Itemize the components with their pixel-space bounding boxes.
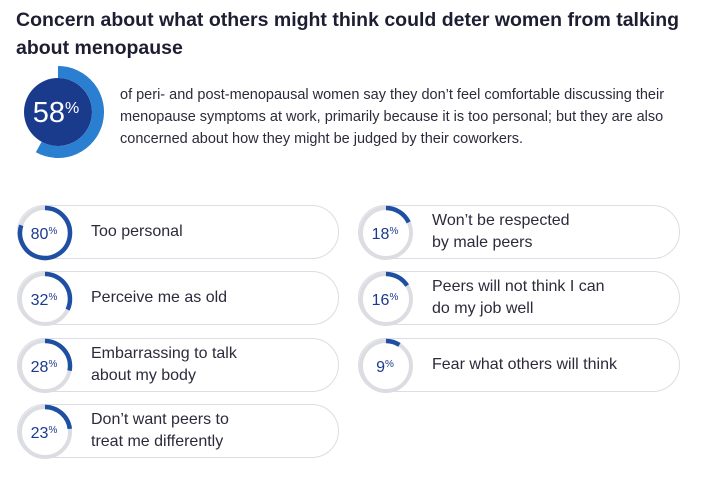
reason-label: Peers will not think I can do my job wel… xyxy=(432,278,605,317)
percent-ring: 28% xyxy=(18,338,73,393)
reason-pill: 32% Perceive me as old xyxy=(17,271,339,326)
percent-ring: 32% xyxy=(18,271,73,326)
percent-ring: 9% xyxy=(359,338,413,393)
reason-label: Won’t be respected by male peers xyxy=(432,212,570,251)
reason-label: Fear what others will think xyxy=(432,356,617,373)
percent-ring: 23% xyxy=(18,404,73,459)
hero-donut: 58% xyxy=(24,66,104,158)
chart-title: Concern about what others might think co… xyxy=(16,9,680,59)
reason-label: Too personal xyxy=(91,223,183,240)
reason-label: Perceive me as old xyxy=(91,289,228,306)
percent-ring: 80% xyxy=(17,205,73,261)
percent-ring: 16% xyxy=(359,271,413,326)
reason-pill: 9% Fear what others will think xyxy=(358,338,680,393)
reason-label: Embarrassing to talk about my body xyxy=(91,345,237,384)
reason-pill: 28% Embarrassing to talk about my body xyxy=(17,338,339,393)
reason-pill: 16% Peers will not think I can do my job … xyxy=(358,271,680,326)
reason-pill: 18% Won’t be respected by male peers xyxy=(358,205,680,260)
percent-ring: 18% xyxy=(359,205,413,260)
reason-pill: 23% Don’t want peers to treat me differen… xyxy=(17,404,339,459)
reason-pill: 80% Too personal xyxy=(17,205,339,261)
hero-description: of peri- and post-menopausal women say t… xyxy=(120,87,665,147)
reason-label: Don’t want peers to treat me differently xyxy=(91,411,229,450)
